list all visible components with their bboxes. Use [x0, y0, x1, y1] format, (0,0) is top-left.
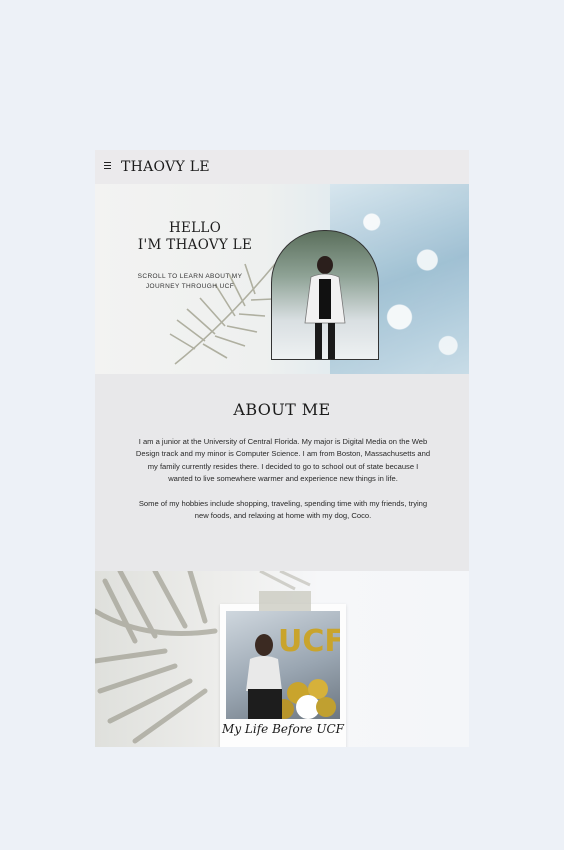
- polaroid-photo-card: UCF My Life Before UCF: [220, 604, 346, 747]
- hero-subtitle-line1: SCROLL TO LEARN ABOUT MY: [137, 273, 243, 280]
- about-section: ABOUT ME I am a junior at the University…: [95, 374, 469, 571]
- about-title: ABOUT ME: [233, 400, 331, 419]
- before-ucf-photo: UCF: [226, 611, 340, 719]
- person-silhouette: [304, 256, 346, 359]
- about-body: I am a junior at the University of Centr…: [135, 436, 431, 534]
- tape-strip: [259, 591, 311, 611]
- website-page: THAOVY LE HELLO I'M THAOVY LE SCROLL TO …: [95, 150, 469, 747]
- hamburger-menu-icon[interactable]: [104, 162, 111, 170]
- polaroid-caption: My Life Before UCF: [222, 722, 344, 736]
- hero-greeting: HELLO I'M THAOVY LE: [115, 220, 275, 254]
- hero-greeting-line2: I'M THAOVY LE: [137, 237, 253, 253]
- arch-profile-photo: [271, 230, 379, 360]
- hero-subtitle: SCROLL TO LEARN ABOUT MY JOURNEY THROUGH…: [115, 272, 265, 292]
- ucf-balloon-scene: UCF: [246, 624, 340, 719]
- site-title[interactable]: THAOVY LE: [121, 159, 210, 175]
- hero-greeting-line1: HELLO: [168, 220, 222, 236]
- ucf-balloon-letters: UCF: [278, 624, 340, 659]
- hero-subtitle-line2: JOURNEY THROUGH UCF: [145, 283, 235, 290]
- hero-section: HELLO I'M THAOVY LE SCROLL TO LEARN ABOU…: [95, 184, 469, 374]
- about-paragraph-2: Some of my hobbies include shopping, tra…: [138, 498, 428, 521]
- top-nav: THAOVY LE: [95, 150, 469, 184]
- before-ucf-section: UCF My Life Before UCF: [95, 571, 469, 747]
- about-paragraph-1: I am a junior at the University of Centr…: [135, 437, 431, 484]
